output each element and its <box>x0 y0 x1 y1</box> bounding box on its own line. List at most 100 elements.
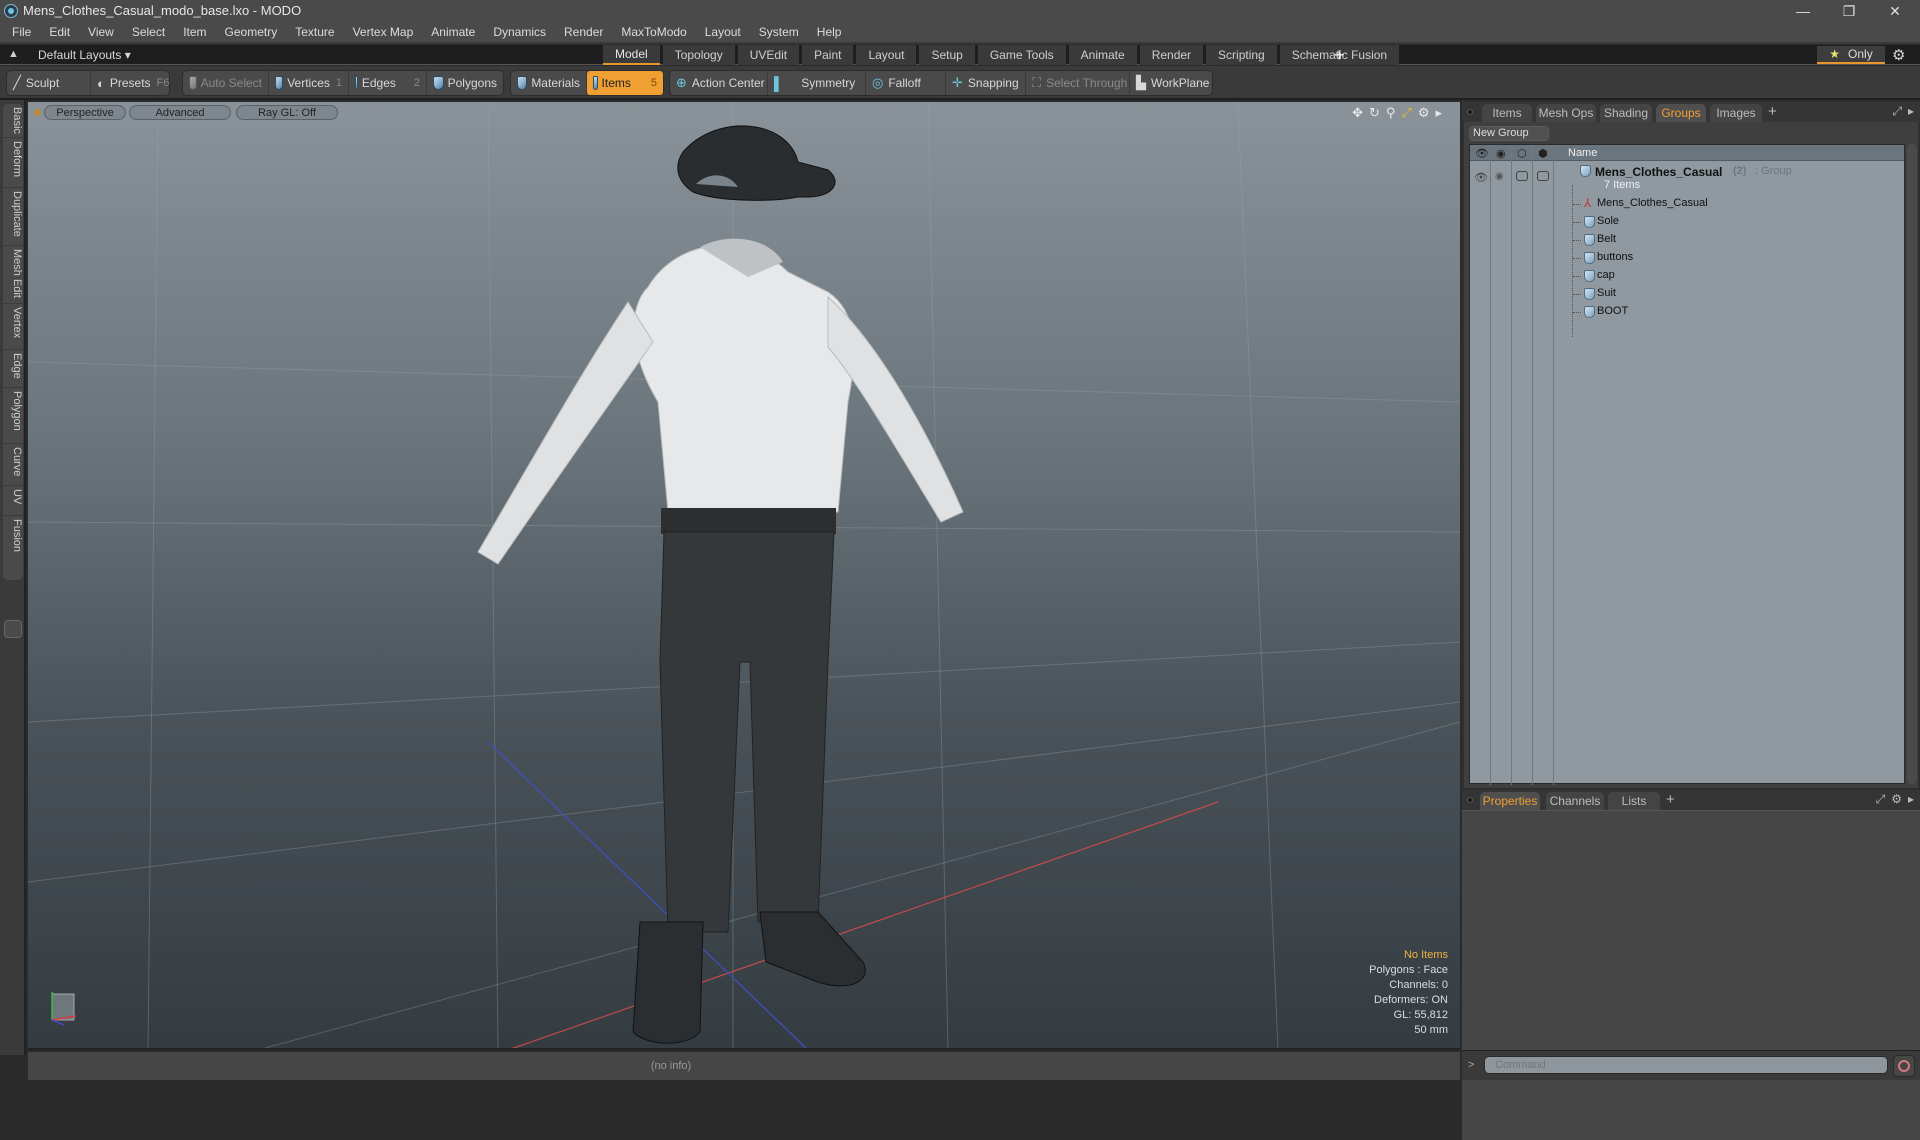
menu-layout[interactable]: Layout <box>705 25 741 39</box>
select-toggle[interactable] <box>1537 171 1549 181</box>
vtab-vertex[interactable]: Vertex <box>3 304 23 350</box>
tab-render[interactable]: Render <box>1139 45 1204 65</box>
tree-row[interactable]: ⅄ Mens_Clothes_Casual <box>1470 195 1904 213</box>
menu-animate[interactable]: Animate <box>431 25 475 39</box>
tree-row[interactable]: buttons <box>1470 249 1904 267</box>
lock-toggle[interactable] <box>1516 171 1528 181</box>
render-toggle-icon[interactable]: ◉ <box>1495 171 1504 182</box>
menu-edit[interactable]: Edit <box>49 25 70 39</box>
restore-button[interactable]: ❐ <box>1826 0 1872 22</box>
menu-dynamics[interactable]: Dynamics <box>493 25 546 39</box>
tab-animate[interactable]: Animate <box>1068 45 1137 65</box>
vtab-polygon[interactable]: Polygon <box>3 388 23 444</box>
close-button[interactable]: ✕ <box>1872 0 1918 22</box>
tab-game-tools[interactable]: Game Tools <box>977 45 1066 65</box>
menu-system[interactable]: System <box>759 25 799 39</box>
tab-layout[interactable]: Layout <box>856 45 917 65</box>
expand-panel-icon[interactable]: ⤢ <box>1892 104 1902 119</box>
gear-icon[interactable]: ⚙ <box>1892 46 1905 64</box>
panel-menu-arrow-icon[interactable]: ▸ <box>1908 792 1914 807</box>
tab-properties[interactable]: Properties <box>1480 792 1540 810</box>
shading-mode-button[interactable]: Advanced <box>129 105 231 120</box>
workplane-button[interactable]: ▙ WorkPlane <box>1130 71 1212 95</box>
3d-viewport[interactable]: Perspective Advanced Ray GL: Off ✥ ↻ ⚲ ⤢… <box>28 102 1460 1050</box>
lock-column-icon[interactable]: ⬡ <box>1517 147 1527 160</box>
minimize-button[interactable]: — <box>1780 0 1826 22</box>
sculpt-button[interactable]: ╱ Sculpt <box>7 71 91 95</box>
menu-help[interactable]: Help <box>817 25 842 39</box>
vtab-mesh-edit[interactable]: Mesh Edit <box>3 246 23 304</box>
new-group-button[interactable]: New Group <box>1469 126 1549 141</box>
record-macro-button[interactable] <box>1893 1055 1915 1077</box>
menu-geometry[interactable]: Geometry <box>225 25 278 39</box>
action-center-button[interactable]: ⊕ Action Center <box>670 71 768 95</box>
tree-row[interactable]: Belt <box>1470 231 1904 249</box>
vtab-fusion[interactable]: Fusion <box>3 516 23 580</box>
vtab-deform[interactable]: Deform <box>3 138 23 188</box>
add-layout-tab-button[interactable]: + <box>1334 45 1345 65</box>
layout-dropdown[interactable]: Default Layouts ▾ <box>38 48 131 62</box>
add-panel-tab-button[interactable]: + <box>1768 103 1777 120</box>
visibility-eye-icon[interactable]: 👁 <box>1474 171 1488 184</box>
tab-uvedit[interactable]: UVEdit <box>737 45 800 65</box>
tab-shading[interactable]: Shading <box>1600 104 1652 122</box>
maximize-viewport-icon[interactable]: ⤢ <box>1401 105 1411 121</box>
tab-scripting[interactable]: Scripting <box>1206 45 1277 65</box>
expand-panel-icon[interactable]: ⤢ <box>1876 792 1886 807</box>
vtab-uv[interactable]: UV <box>3 486 23 516</box>
viewport-gear-icon[interactable]: ⚙ <box>1418 105 1430 121</box>
tab-topology[interactable]: Topology <box>662 45 735 65</box>
tab-mesh-ops[interactable]: Mesh Ops <box>1536 104 1596 122</box>
viewport-options-dot[interactable] <box>34 109 41 116</box>
tab-channels[interactable]: Channels <box>1546 792 1604 810</box>
viewport-menu-arrow-icon[interactable]: ▸ <box>1435 105 1442 121</box>
tab-lists[interactable]: Lists <box>1608 792 1660 810</box>
vtab-basic[interactable]: Basic <box>3 104 23 138</box>
tree-row[interactable]: BOOT <box>1470 303 1904 321</box>
tab-model[interactable]: Model <box>603 45 660 65</box>
view-type-button[interactable]: Perspective <box>44 105 126 120</box>
items-button[interactable]: Items 5 <box>587 71 663 95</box>
polygons-button[interactable]: Polygons <box>427 71 503 95</box>
tree-row[interactable]: Suit <box>1470 285 1904 303</box>
menu-texture[interactable]: Texture <box>295 25 334 39</box>
materials-button[interactable]: Materials <box>511 71 587 95</box>
group-row[interactable]: 👁 ◉ Mens_Clothes_Casual (2) : Group 7 It… <box>1470 163 1904 193</box>
visibility-column-icon[interactable]: 👁 <box>1475 147 1489 160</box>
snapping-button[interactable]: ✛ Snapping <box>946 71 1026 95</box>
vertices-button[interactable]: Vertices 1 <box>269 71 349 95</box>
render-column-icon[interactable]: ◉ <box>1496 147 1506 160</box>
vtab-edge[interactable]: Edge <box>3 350 23 388</box>
command-input[interactable] <box>1484 1056 1888 1074</box>
tab-images[interactable]: Images <box>1710 104 1762 122</box>
raygl-button[interactable]: Ray GL: Off <box>236 105 338 120</box>
pan-icon[interactable]: ✥ <box>1352 105 1363 121</box>
panel-options-dot[interactable] <box>1467 797 1473 803</box>
menu-view[interactable]: View <box>88 25 114 39</box>
tree-row[interactable]: cap <box>1470 267 1904 285</box>
panel-options-dot[interactable] <box>1467 109 1473 115</box>
vtab-duplicate[interactable]: Duplicate <box>3 188 23 246</box>
tab-paint[interactable]: Paint <box>802 45 854 65</box>
select-column-icon[interactable]: ⬢ <box>1538 147 1548 160</box>
tab-items[interactable]: Items <box>1482 104 1532 122</box>
add-panel-tab-button[interactable]: + <box>1666 791 1675 808</box>
rotate-icon[interactable]: ↻ <box>1369 105 1380 121</box>
falloff-button[interactable]: ◎ Falloff <box>866 71 946 95</box>
name-column-header[interactable]: Name <box>1568 147 1597 159</box>
select-through-button[interactable]: ⛶ Select Through <box>1026 71 1130 95</box>
tab-setup[interactable]: Setup <box>919 45 975 65</box>
menu-maxtomodo[interactable]: MaxToModo <box>621 25 686 39</box>
tab-groups[interactable]: Groups <box>1656 104 1706 122</box>
auto-select-button[interactable]: Auto Select <box>183 71 269 95</box>
menu-item[interactable]: Item <box>183 25 206 39</box>
zoom-icon[interactable]: ⚲ <box>1386 105 1396 121</box>
menu-render[interactable]: Render <box>564 25 603 39</box>
menu-file[interactable]: File <box>12 25 31 39</box>
panel-menu-arrow-icon[interactable]: ▸ <box>1908 104 1914 119</box>
collapse-arrow-icon[interactable]: ▲ <box>8 48 19 60</box>
edges-button[interactable]: Edges 2 <box>349 71 427 95</box>
tree-row[interactable]: Sole <box>1470 213 1904 231</box>
menu-select[interactable]: Select <box>132 25 165 39</box>
symmetry-button[interactable]: ▌ Symmetry <box>768 71 866 95</box>
